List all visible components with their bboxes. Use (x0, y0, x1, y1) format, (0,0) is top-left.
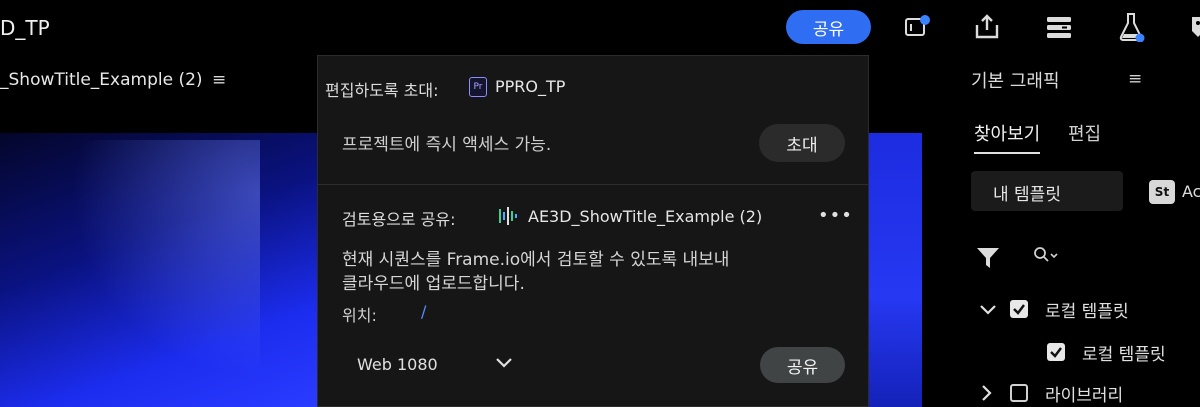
notification-icon[interactable] (902, 12, 932, 42)
export-preset-select[interactable]: Web 1080 (357, 355, 438, 374)
export-icon[interactable] (972, 12, 1002, 42)
more-options-icon[interactable]: ••• (818, 205, 853, 226)
project-title: D_TP (0, 16, 50, 40)
tag-icon[interactable] (1183, 12, 1200, 42)
review-share-label: 검토용으로 공유: (342, 210, 456, 229)
sequence-panel-menu-icon[interactable]: ≡ (212, 70, 226, 90)
program-preview-edge (868, 133, 922, 407)
share-top-button[interactable]: 공유 (786, 10, 871, 44)
panels-icon[interactable] (1044, 12, 1074, 42)
adobe-stock-icon[interactable]: St (1149, 180, 1175, 204)
preview-glow (40, 140, 260, 407)
invite-label: 편집하도록 초대: (325, 81, 439, 100)
chevron-down-icon[interactable] (494, 352, 514, 372)
location-label: 위치: (342, 306, 377, 325)
sequence-tab-title[interactable]: _ShowTitle_Example (2) (0, 70, 203, 90)
template-source-label: 내 템플릿 (993, 185, 1061, 205)
labs-icon[interactable] (1116, 12, 1146, 42)
adobe-stock-label[interactable]: Ac (1182, 182, 1200, 201)
tree-item-local-templates[interactable]: 로컬 템플릿 (1045, 297, 1129, 322)
search-icon[interactable] (1033, 246, 1061, 266)
tree-item-libraries[interactable]: 라이브러리 (1045, 381, 1123, 406)
sequence-icon (496, 205, 518, 227)
location-link[interactable]: / (421, 302, 426, 321)
tree-item-local-templates-child[interactable]: 로컬 템플릿 (1082, 340, 1166, 365)
libraries-checkbox[interactable] (1010, 384, 1028, 402)
graphics-panel-menu-icon[interactable]: ≡ (1128, 69, 1142, 89)
local-templates-child-checkbox[interactable] (1047, 343, 1065, 361)
tab-browse[interactable]: 찾아보기 (974, 120, 1041, 154)
review-description: 현재 시퀀스를 Frame.io에서 검토할 수 있도록 내보내 클라우드에 업… (342, 248, 842, 296)
invite-button[interactable]: 초대 (759, 124, 845, 162)
chevron-down-icon[interactable] (978, 299, 998, 319)
filter-icon[interactable] (975, 245, 1001, 271)
review-description-line-1: 현재 시퀀스를 Frame.io에서 검토할 수 있도록 내보내 (342, 250, 730, 270)
top-bar (0, 0, 1200, 55)
share-review-button[interactable]: 공유 (760, 347, 845, 383)
premiere-project-icon: Pr (469, 77, 487, 97)
chevron-right-icon[interactable] (976, 383, 996, 403)
popup-divider (318, 184, 868, 185)
tab-edit[interactable]: 편집 (1068, 120, 1101, 146)
project-name: PPRO_TP (495, 77, 566, 96)
local-templates-checkbox[interactable] (1010, 300, 1028, 318)
panel-title: 기본 그래픽 (971, 71, 1060, 92)
review-sequence-name: AE3D_ShowTitle_Example (2) (528, 207, 763, 226)
review-description-line-2: 클라우드에 업로드합니다. (342, 274, 525, 294)
access-text: 프로젝트에 즉시 액세스 가능. (342, 135, 552, 155)
